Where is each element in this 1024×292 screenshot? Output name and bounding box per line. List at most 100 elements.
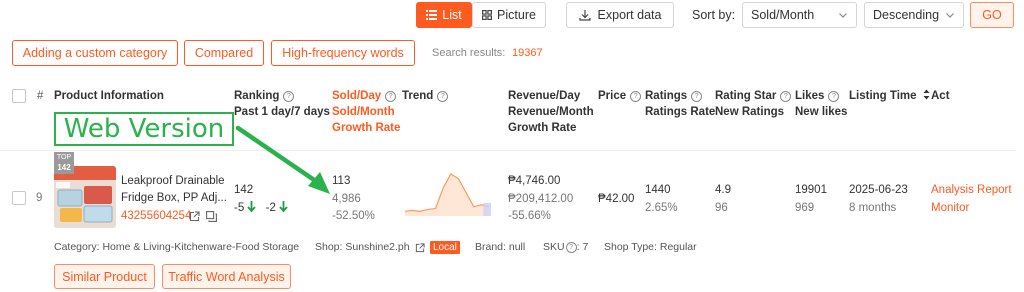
sku-label: SKU xyxy=(543,241,565,253)
go-button[interactable]: GO xyxy=(970,2,1014,28)
list-view-button[interactable]: List xyxy=(416,2,472,28)
new-ratings-value: 96 xyxy=(715,202,728,214)
search-results-count: 19367 xyxy=(512,47,543,59)
sort-field-select[interactable]: Sold/Month xyxy=(742,2,857,28)
traffic-word-analysis-button[interactable]: Traffic Word Analysis xyxy=(162,264,291,289)
column-sold-day[interactable]: Sold/Day? xyxy=(332,88,397,104)
product-id-link[interactable]: 43255604254 xyxy=(121,208,191,224)
sort-icon[interactable] xyxy=(923,89,930,100)
download-icon xyxy=(578,9,591,21)
shop-type-value: Regular xyxy=(659,241,697,253)
picture-view-button[interactable]: Picture xyxy=(472,2,546,28)
column-new-ratings[interactable]: New Ratings xyxy=(715,104,784,120)
rank-change-day-value: -5 xyxy=(234,202,245,214)
copy-icon[interactable] xyxy=(206,211,217,222)
category-label: Category: xyxy=(54,241,100,253)
product-title-line1[interactable]: Leakproof Drainable xyxy=(121,173,225,189)
column-revenue-growth[interactable]: Growth Rate xyxy=(508,120,576,136)
top-badge-label: TOP xyxy=(56,154,72,161)
external-link-icon[interactable] xyxy=(189,211,200,222)
top-badge-rank: 142 xyxy=(57,163,71,172)
column-revenue-day[interactable]: Revenue/Day xyxy=(508,88,580,104)
sort-order-value: Descending xyxy=(873,8,940,22)
product-title-line2[interactable]: Fridge Box, PP Adj... xyxy=(121,190,227,206)
sort-order-select[interactable]: Descending xyxy=(864,2,964,28)
column-rating-star-label: Rating Star xyxy=(715,90,777,102)
column-sold-month[interactable]: Sold/Month xyxy=(332,104,395,120)
annotation-arrow xyxy=(235,125,330,194)
column-sold-day-label: Sold/Day xyxy=(332,90,382,102)
column-rating-star[interactable]: Rating Star? xyxy=(715,88,792,104)
help-icon[interactable]: ? xyxy=(565,242,577,253)
trend-sparkline[interactable] xyxy=(405,170,495,220)
help-icon[interactable]: ? xyxy=(385,91,397,102)
likes-value: 19901 xyxy=(795,184,827,196)
revenue-month-value: ₱209,412.00 xyxy=(508,193,574,205)
listing-age-value: 8 months xyxy=(849,202,897,214)
price-value: ₱42.00 xyxy=(598,193,635,205)
rank-change-week-value: -2 xyxy=(265,202,276,214)
arrow-down-icon xyxy=(247,201,257,213)
rating-star-value: 4.9 xyxy=(715,184,731,196)
shop-value[interactable]: Sunshine2.ph xyxy=(345,241,409,253)
local-badge: Local xyxy=(430,241,460,254)
list-view-label: List xyxy=(442,8,462,22)
column-revenue-month[interactable]: Revenue/Month xyxy=(508,104,594,120)
row-checkbox[interactable] xyxy=(12,191,26,205)
top-rank-badge: TOP 142 xyxy=(54,152,74,174)
web-version-callout: Web Version xyxy=(54,112,234,146)
help-icon[interactable]: ? xyxy=(691,91,703,102)
analysis-report-link[interactable]: Analysis Report xyxy=(931,182,1012,198)
brand-meta: Brand: null xyxy=(475,241,525,253)
listing-date-value: 2025-06-23 xyxy=(849,184,908,196)
column-listing-time-label: Listing Time xyxy=(849,90,917,102)
column-trend-label: Trend xyxy=(402,90,434,102)
column-ranking[interactable]: Ranking? xyxy=(234,88,295,104)
monitor-link[interactable]: Monitor xyxy=(931,200,969,216)
brand-value: null xyxy=(508,241,526,253)
help-icon[interactable]: ? xyxy=(780,91,792,102)
category-value[interactable]: Home & Living-Kitchenware-Food Storage xyxy=(102,241,299,253)
column-product-info: Product Information xyxy=(54,90,164,102)
help-icon[interactable]: ? xyxy=(828,91,840,102)
chevron-down-icon xyxy=(946,13,954,18)
add-custom-category-button[interactable]: Adding a custom category xyxy=(12,40,178,66)
sort-field-value: Sold/Month xyxy=(751,8,815,22)
product-thumbnail-graphic xyxy=(54,166,116,228)
high-frequency-words-button[interactable]: High-frequency words xyxy=(271,40,415,66)
external-link-icon[interactable] xyxy=(415,243,425,253)
column-ratings[interactable]: Ratings? xyxy=(645,88,703,104)
shop-label: Shop: xyxy=(315,241,343,253)
arrow-down-icon xyxy=(279,201,288,213)
column-trend: Trend? xyxy=(402,88,449,104)
category-meta: Category: Home & Living-Kitchenware-Food… xyxy=(54,241,299,253)
column-likes-label: Likes xyxy=(795,90,825,102)
select-all-checkbox[interactable] xyxy=(12,89,26,103)
help-icon[interactable]: ? xyxy=(283,91,295,102)
column-ratings-rate[interactable]: Ratings Rate xyxy=(645,104,715,120)
web-version-label: Web Version xyxy=(63,114,225,144)
grid-icon xyxy=(482,10,493,20)
help-icon[interactable]: ? xyxy=(437,91,449,102)
header-divider xyxy=(0,150,1016,151)
column-ratings-label: Ratings xyxy=(645,90,688,102)
similar-product-button[interactable]: Similar Product xyxy=(54,264,155,289)
column-index: # xyxy=(37,90,44,102)
column-new-likes[interactable]: New likes xyxy=(795,104,847,120)
export-data-button[interactable]: Export data xyxy=(566,2,674,28)
picture-view-label: Picture xyxy=(497,8,536,22)
column-likes[interactable]: Likes? xyxy=(795,88,840,104)
chevron-down-icon xyxy=(839,13,847,18)
column-listing-time[interactable]: Listing Time xyxy=(849,88,930,104)
compared-button[interactable]: Compared xyxy=(184,40,264,66)
column-ranking-sub: Past 1 day/7 days xyxy=(234,106,330,118)
column-act: Act xyxy=(931,90,950,102)
column-ranking-label: Ranking xyxy=(234,90,280,102)
brand-label: Brand: xyxy=(475,241,506,253)
sku-meta: SKU?: 7 xyxy=(543,241,589,253)
product-image[interactable] xyxy=(54,166,116,228)
ratings-value: 1440 xyxy=(645,184,671,196)
help-icon[interactable]: ? xyxy=(630,91,642,102)
column-price[interactable]: Price? xyxy=(598,88,642,104)
trend-highlight xyxy=(483,202,491,216)
